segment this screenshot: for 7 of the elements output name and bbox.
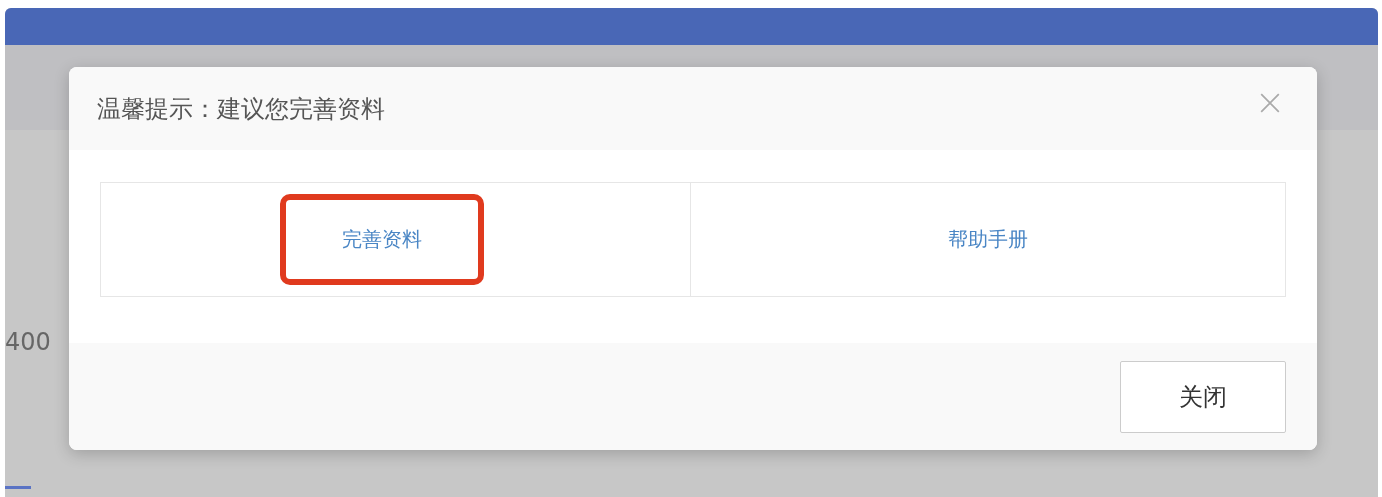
close-icon[interactable]: [1259, 91, 1281, 114]
tab-indicator: [5, 486, 31, 489]
link[interactable]: 帮助手册: [886, 194, 1090, 285]
link[interactable]: 完善资料: [280, 194, 484, 285]
close-button[interactable]: 关闭: [1120, 360, 1286, 433]
dialog-title: 温馨提示：建议您完善资料: [97, 93, 385, 125]
axis-label: 400: [5, 330, 51, 354]
